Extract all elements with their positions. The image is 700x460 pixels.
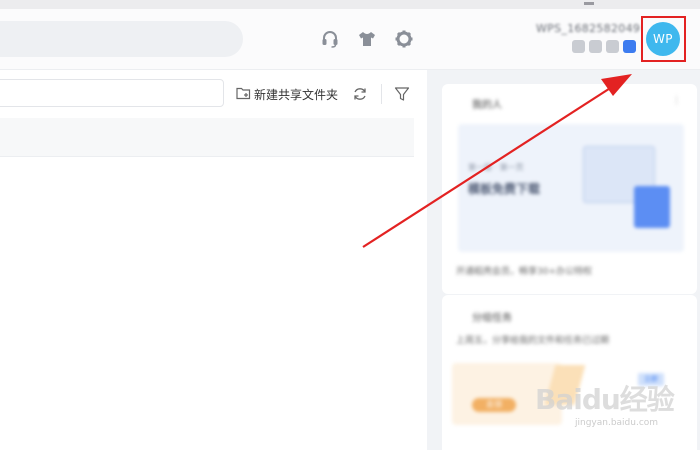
baidu-watermark-url: jingyan.baidu.com: [575, 418, 659, 428]
promo-banner[interactable]: 第一版 · 第一页 模板免费下载: [458, 124, 684, 252]
top-strip-tick: [584, 2, 594, 5]
card-footer-text: 开通稻壳会员，畅享30+办公特权: [456, 267, 592, 277]
vip-badge-icon[interactable]: [623, 40, 636, 53]
badge-icon: [589, 40, 602, 53]
toolbar-divider: [381, 84, 382, 104]
card-text: 上周五，分享给我的文件和任务已过期: [456, 336, 610, 346]
card-title: 分组任务: [472, 313, 512, 324]
baidu-watermark: Baidu经验: [535, 383, 675, 416]
search-bar[interactable]: [0, 21, 243, 57]
filter-icon[interactable]: [394, 86, 410, 102]
promo-card[interactable]: 我的人 ⋮ 第一版 · 第一页 模板免费下载 开通稻壳会员，畅享30+办公特权: [442, 84, 697, 294]
promo-line2: 模板免费下载: [468, 182, 541, 196]
file-list-header: [0, 118, 414, 157]
screen-illustration: [634, 186, 670, 228]
promo-line1: 第一版 · 第一页: [468, 163, 524, 172]
badge-icon: [606, 40, 619, 53]
avatar-highlight-box: [641, 16, 686, 62]
headset-icon[interactable]: [320, 29, 340, 49]
main-content: 新建共享文件夹: [0, 70, 426, 450]
top-strip: [0, 0, 700, 9]
tshirt-icon[interactable]: [357, 29, 377, 49]
card-title: 我的人: [472, 100, 502, 111]
gear-icon[interactable]: [394, 29, 414, 49]
folder-plus-icon: [236, 87, 251, 100]
username[interactable]: WPS_1682582049: [536, 22, 640, 35]
header: WPS_1682582049 WP: [0, 9, 700, 70]
new-shared-folder-label: 新建共享文件夹: [254, 88, 339, 102]
more-icon[interactable]: ⋮: [672, 96, 681, 106]
refresh-icon[interactable]: [352, 86, 368, 102]
gift-button[interactable]: 去领: [472, 398, 516, 412]
badge-icon: [572, 40, 585, 53]
path-input[interactable]: [0, 79, 224, 107]
